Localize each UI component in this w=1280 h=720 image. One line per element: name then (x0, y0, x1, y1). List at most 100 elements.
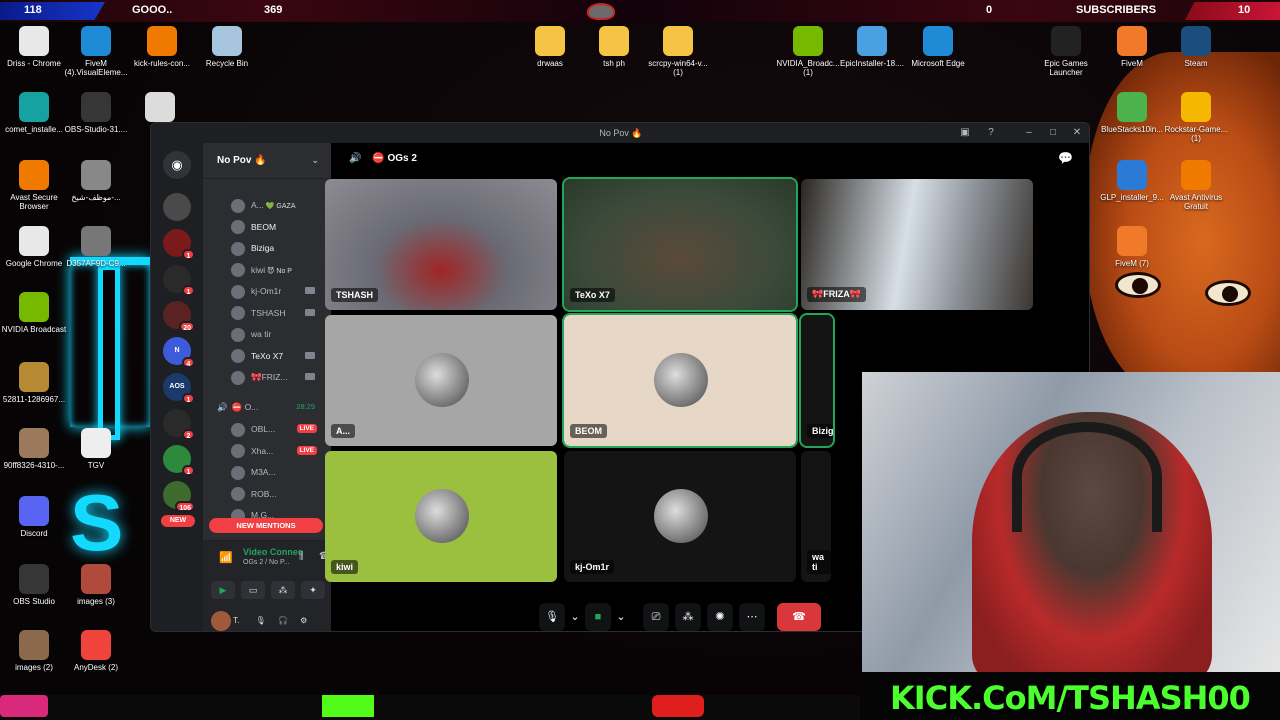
participant-tile[interactable]: Biziga (799, 313, 835, 448)
desktop-icon[interactable]: Google Chrome (0, 226, 68, 268)
voice-member[interactable]: 🎀FRIZ... (231, 369, 329, 385)
overlay-zero-count: 0 (986, 4, 993, 16)
voice-member[interactable]: kj-Om1r (231, 283, 329, 299)
help-icon[interactable]: ? (979, 123, 1003, 143)
activities-button[interactable]: ⁂ (271, 581, 295, 599)
desktop-icon[interactable]: comet_installe... (0, 92, 68, 134)
server-icon[interactable]: 1 (163, 265, 195, 296)
microphone-icon[interactable]: 🎙 (256, 616, 266, 625)
headphones-icon[interactable]: 🎧 (278, 616, 288, 625)
desktop-icon[interactable]: Rockstar-Game... (1) (1162, 92, 1230, 143)
streamer-webcam (862, 372, 1280, 672)
desktop-icon[interactable]: images (2) (0, 630, 68, 672)
server-icon[interactable]: 2 (163, 409, 195, 440)
desktop-icon[interactable]: TGV (62, 428, 130, 470)
microphone-button[interactable]: 🎙 (539, 603, 565, 631)
desktop-icon[interactable]: OBS-Studio-31.... (62, 92, 130, 134)
participant-tile[interactable]: A... (325, 315, 557, 446)
server-icon[interactable]: 20 (163, 301, 195, 332)
camera-options-chevron-icon[interactable]: ⌄ (615, 603, 627, 631)
camera-button[interactable]: ▶ (211, 581, 235, 599)
voice-member[interactable]: Biziga (231, 240, 329, 256)
voice-member[interactable]: M3A... (231, 464, 329, 480)
voice-member[interactable]: TSHASH (231, 305, 329, 321)
voice-channel-row[interactable]: 🔊 ⛔ O... 28:29 (217, 399, 327, 415)
desktop-icon[interactable]: NVIDIA_Broadc... (1) (774, 26, 842, 77)
desktop-icon[interactable]: GLP_installer_9... (1098, 160, 1166, 202)
desktop-icon[interactable]: OBS Studio (0, 564, 68, 606)
desktop-icon[interactable]: NVIDIA Broadcast (0, 292, 68, 334)
server-header[interactable]: No Pov 🔥 ⌄ (203, 143, 331, 179)
desktop-icon[interactable]: D357AF9D-C9... (62, 226, 130, 268)
participant-tile[interactable]: kiwi (325, 451, 557, 582)
share-screen-button[interactable]: ⎚ (643, 603, 669, 631)
voice-member[interactable]: A... 💚 GAZA (231, 197, 329, 213)
desktop-icon[interactable]: BlueStacks10in... (1098, 92, 1166, 134)
voice-member[interactable]: BEOM (231, 219, 329, 235)
desktop-icon[interactable]: FiveM (4).VisualEleme... (62, 26, 130, 77)
desktop-icon[interactable]: AnyDesk (2) (62, 630, 130, 672)
screen-share-button[interactable]: ▭ (241, 581, 265, 599)
desktop-icon[interactable]: Avast Secure Browser (0, 160, 68, 211)
desktop-icon[interactable]: Steam (1162, 26, 1230, 68)
desktop-icon[interactable]: EpicInstaller-18.... (838, 26, 906, 68)
more-options-icon[interactable]: ⋯ (739, 603, 765, 631)
participant-tile[interactable]: BEOM (562, 313, 798, 448)
new-pill[interactable]: NEW (161, 515, 195, 527)
desktop-icon[interactable]: drwaas (516, 26, 584, 68)
desktop-icon[interactable]: Avast Antivirus Gratuit (1162, 160, 1230, 211)
user-avatar[interactable] (211, 611, 231, 631)
desktop-icon[interactable]: 90ff8326-4310-... (0, 428, 68, 470)
activity-button[interactable]: ⁂ (675, 603, 701, 631)
participant-tile[interactable]: TSHASH (325, 179, 557, 310)
soundboard-button[interactable]: ✦ (301, 581, 325, 599)
server-icon[interactable]: 1 (163, 445, 195, 476)
settings-gear-icon[interactable]: ⚙ (300, 616, 307, 625)
voice-member[interactable]: kiwi 😈 No P (231, 262, 329, 278)
voice-channel-path[interactable]: OGs 2 / No P... (243, 559, 290, 566)
desktop-icon[interactable]: Driss - Chrome (0, 26, 68, 68)
leave-call-button[interactable]: ☎ (777, 603, 821, 631)
discord-icon (19, 496, 49, 526)
voice-member[interactable]: TeXo X7 (231, 348, 329, 364)
desktop-icon[interactable]: scrcpy-win64-v... (1) (644, 26, 712, 77)
server-icon[interactable]: AOS 1 (163, 373, 195, 404)
mic-options-chevron-icon[interactable]: ⌄ (569, 603, 581, 631)
inbox-icon[interactable]: ▣ (953, 123, 977, 143)
desktop-icon[interactable]: FiveM (7) (1098, 226, 1166, 268)
desktop-icon[interactable]: tsh ph (580, 26, 648, 68)
voice-member[interactable]: OBL... LIVE (231, 421, 329, 437)
desktop-icon[interactable]: Discord (0, 496, 68, 538)
server-icon[interactable]: 1 (163, 229, 195, 260)
participant-tile[interactable]: kj-Om1r (564, 451, 796, 582)
participant-tile[interactable]: TeXo X7 (562, 177, 798, 312)
server-icon[interactable] (163, 193, 191, 221)
new-mentions-button[interactable]: NEW MENTIONS (209, 518, 323, 533)
desktop-icon[interactable]: FiveM (1098, 26, 1166, 68)
camera-toggle-button[interactable]: ■ (585, 603, 611, 631)
desktop-icon[interactable]: Recycle Bin (193, 26, 261, 68)
image-file-icon (81, 226, 111, 256)
noise-suppression-icon[interactable]: ⫼ (299, 551, 304, 562)
close-button[interactable]: ✕ (1065, 123, 1089, 143)
desktop-icon[interactable]: Epic Games Launcher (1032, 26, 1100, 77)
voice-member[interactable]: ROB... (231, 486, 329, 502)
maximize-button[interactable]: □ (1041, 123, 1065, 143)
server-icon[interactable]: 106 (163, 481, 195, 512)
voice-member[interactable]: wa tir (231, 326, 329, 342)
server-icon[interactable]: N4 (163, 337, 195, 368)
desktop-icon[interactable]: Microsoft Edge (904, 26, 972, 68)
desktop-icon[interactable]: 52811-1286967... (0, 362, 68, 404)
participant-avatar (654, 489, 708, 543)
minimize-button[interactable]: – (1017, 123, 1041, 143)
chat-icon[interactable]: 💬 (1058, 151, 1073, 165)
participant-tile[interactable]: 🎀FRIZA🎀 (801, 179, 1033, 310)
voice-member[interactable]: Xha... LIVE (231, 443, 329, 459)
participant-tile[interactable]: wa ti (801, 451, 831, 582)
discord-home-icon[interactable]: ◉ (163, 151, 191, 179)
desktop-icon[interactable]: موظف-شيخ-... (62, 160, 130, 202)
desktop-icon[interactable]: images (3) (62, 564, 130, 606)
desktop-icon-label: scrcpy-win64-v... (1) (648, 59, 708, 77)
desktop-icon[interactable]: kick-rules-con... (128, 26, 196, 68)
soundboard-icon[interactable]: ✺ (707, 603, 733, 631)
